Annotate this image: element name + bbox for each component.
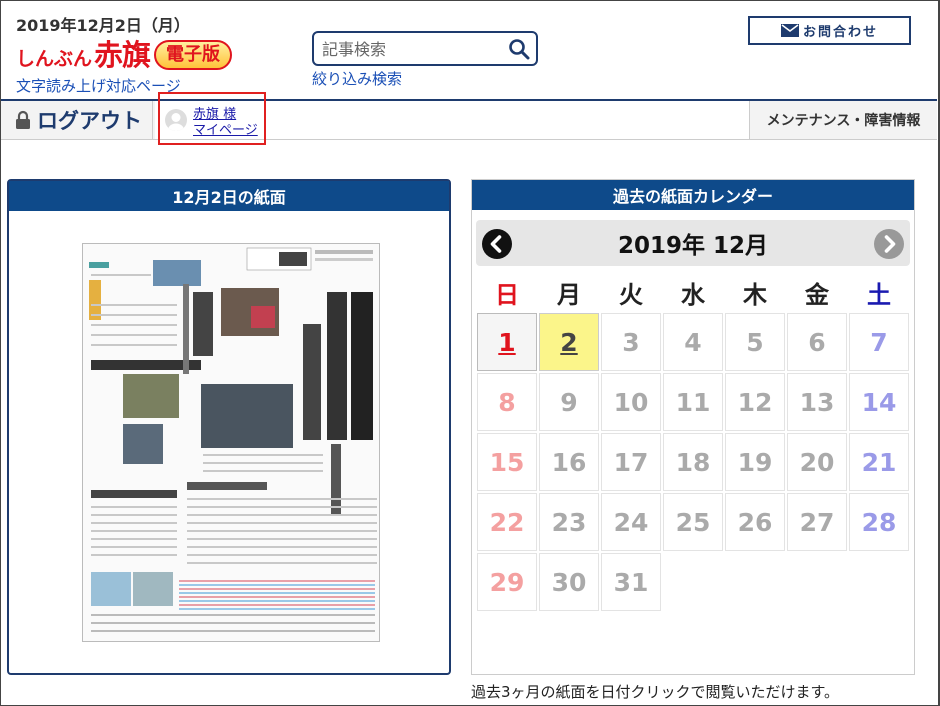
calendar-day-15: 15	[477, 433, 537, 491]
calendar-day-13: 13	[787, 373, 847, 431]
calendar-day-5: 5	[725, 313, 785, 371]
calendar-month-label: 2019年 12月	[617, 233, 769, 259]
calendar-day-30: 30	[539, 553, 599, 611]
calendar-day-20: 20	[787, 433, 847, 491]
paper-calendar-panel: 過去の紙面カレンダー 2019年 12月 日 月 火 水 木 金 土 12345…	[471, 179, 915, 675]
nav-bar: ログアウト 赤旗 様 マイページ メンテナンス・障害情報	[1, 99, 937, 140]
maintenance-info-link[interactable]: メンテナンス・障害情報	[749, 101, 937, 139]
highlight-box	[158, 92, 266, 145]
logo-badge: 電子版	[154, 40, 233, 70]
calendar-day-26: 26	[725, 493, 785, 551]
contact-button[interactable]: お問合わせ	[748, 16, 911, 45]
calendar-day-9: 9	[539, 373, 599, 431]
newspaper-page-image	[83, 244, 379, 641]
calendar-day-7: 7	[849, 313, 909, 371]
weekday-mon: 月	[557, 280, 581, 309]
chevron-right-icon	[884, 235, 896, 253]
calendar-day-23: 23	[539, 493, 599, 551]
calendar-day-28: 28	[849, 493, 909, 551]
calendar-day-29: 29	[477, 553, 537, 611]
lock-icon	[16, 110, 30, 129]
weekday-tue: 火	[619, 280, 643, 309]
next-month-button[interactable]	[874, 229, 904, 259]
calendar-note: 過去3ヶ月の紙面を日付クリックで閲覧いただけます。	[471, 683, 840, 701]
calendar-day-25: 25	[663, 493, 723, 551]
logo-big-text: 赤旗	[94, 38, 151, 72]
article-search-box	[312, 31, 538, 66]
paper-panel-title: 12月2日の紙面	[9, 181, 449, 211]
calendar-day-3: 3	[601, 313, 661, 371]
weekday-sun: 日	[495, 280, 519, 309]
logout-button[interactable]: ログアウト	[7, 101, 153, 139]
calendar-day-1[interactable]: 1	[477, 313, 537, 371]
calendar-day-6: 6	[787, 313, 847, 371]
weekday-sat: 土	[867, 280, 891, 309]
calendar-day-18: 18	[663, 433, 723, 491]
logo-small-text: しんぶん	[16, 48, 93, 70]
contact-label: お問合わせ	[802, 25, 878, 40]
calendar-day-31: 31	[601, 553, 661, 611]
logout-label: ログアウト	[37, 109, 142, 133]
calendar-day-22: 22	[477, 493, 537, 551]
calendar-day-21: 21	[849, 433, 909, 491]
calendar-day-11: 11	[663, 373, 723, 431]
filter-search-link[interactable]: 絞り込み検索	[312, 68, 402, 89]
calendar-day-16: 16	[539, 433, 599, 491]
article-search-input[interactable]	[322, 38, 502, 60]
tts-page-link[interactable]: 文字読み上げ対応ページ	[16, 75, 181, 96]
todays-paper-panel: 12月2日の紙面	[7, 179, 451, 675]
calendar-day-14: 14	[849, 373, 909, 431]
calendar-grid: 日 月 火 水 木 金 土 1 2 3 4 5 6 7 8 9 10 11 12 13 14 15 16 17 1…	[476, 272, 912, 612]
calendar-day-10: 10	[601, 373, 661, 431]
search-icon[interactable]	[508, 38, 530, 60]
calendar-month-nav: 2019年 12月	[476, 220, 910, 266]
calendar-day-12: 12	[725, 373, 785, 431]
envelope-icon	[780, 24, 799, 37]
newspaper-thumbnail[interactable]	[82, 243, 380, 642]
current-date: 2019年12月2日（月）	[16, 16, 190, 35]
site-logo[interactable]: しんぶん 赤旗 電子版	[16, 36, 233, 72]
calendar-day-19: 19	[725, 433, 785, 491]
calendar-day-17: 17	[601, 433, 661, 491]
calendar-day-8: 8	[477, 373, 537, 431]
weekday-thu: 木	[743, 280, 767, 309]
calendar-day-27: 27	[787, 493, 847, 551]
weekday-wed: 水	[681, 280, 705, 309]
calendar-day-24: 24	[601, 493, 661, 551]
calendar-panel-title: 過去の紙面カレンダー	[472, 180, 914, 210]
weekday-fri: 金	[805, 280, 829, 309]
calendar-day-4: 4	[663, 313, 723, 371]
calendar-day-2[interactable]: 2	[539, 313, 599, 371]
